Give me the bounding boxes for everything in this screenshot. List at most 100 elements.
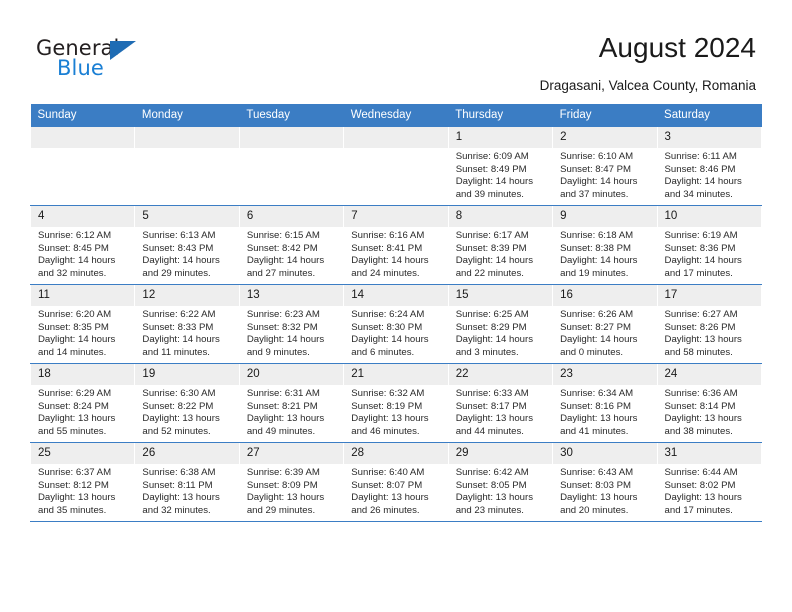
sunrise-time: Sunrise: 6:40 AM: [351, 467, 425, 478]
calendar-week-row: 25 Sunrise: 6:37 AM Sunset: 8:12 PM Dayligh…: [29, 442, 763, 522]
calendar-day-cell[interactable]: 26 Sunrise: 6:38 AM Sunset: 8:11 PM Dayligh…: [134, 442, 240, 522]
calendar-day-cell[interactable]: 5 Sunrise: 6:13 AM Sunset: 8:43 PM Daylight…: [134, 205, 240, 285]
daylight-duration-line1: Daylight: 14 hours: [664, 255, 742, 267]
day-number: [135, 127, 239, 148]
day-cell-content: 29 Sunrise: 6:42 AM Sunset: 8:05 PM Dayligh…: [448, 443, 553, 521]
day-cell-content: 18 Sunrise: 6:29 AM Sunset: 8:24 PM Dayligh…: [31, 364, 135, 442]
calendar-day-cell[interactable]: 16 Sunrise: 6:26 AM Sunset: 8:27 PM Dayligh…: [552, 284, 658, 364]
calendar-day-cell[interactable]: 4 Sunrise: 6:12 AM Sunset: 8:45 PM Daylight…: [29, 205, 136, 285]
calendar-day-cell[interactable]: 17 Sunrise: 6:27 AM Sunset: 8:26 PM Dayligh…: [656, 284, 763, 364]
day-sun-info: Sunrise: 6:10 AM Sunset: 8:47 PM Daylight:…: [553, 148, 656, 201]
calendar-day-cell[interactable]: 31 Sunrise: 6:44 AM Sunset: 8:02 PM Dayligh…: [656, 442, 763, 522]
calendar-day-cell[interactable]: 27 Sunrise: 6:39 AM Sunset: 8:09 PM Dayligh…: [238, 442, 345, 522]
day-sun-info: Sunrise: 6:15 AM Sunset: 8:42 PM Daylight:…: [240, 227, 343, 280]
sunrise-time: Sunrise: 6:38 AM: [142, 467, 216, 478]
weekday-header-row: Sunday Monday Tuesday Wednesday Thursday…: [30, 104, 762, 127]
calendar-day-cell[interactable]: 9 Sunrise: 6:18 AM Sunset: 8:38 PM Daylight…: [552, 205, 658, 285]
day-sun-info: Sunrise: 6:34 AM Sunset: 8:16 PM Daylight:…: [553, 385, 656, 438]
brand-name-secondary: Blue: [57, 56, 104, 80]
day-number: [31, 127, 135, 148]
weekday-header-tuesday: Tuesday: [239, 104, 344, 127]
calendar-week-row: 1 Sunrise: 6:09 AM Sunset: 8:49 PM Daylight…: [29, 127, 763, 206]
day-sun-info: Sunrise: 6:33 AM Sunset: 8:17 PM Daylight:…: [449, 385, 552, 438]
daylight-duration-line2: and 34 minutes.: [664, 188, 733, 200]
day-number: 17: [657, 285, 761, 306]
day-sun-info: Sunrise: 6:24 AM Sunset: 8:30 PM Daylight:…: [344, 306, 447, 359]
day-number: 3: [657, 127, 761, 148]
weekday-header-friday: Friday: [552, 104, 658, 127]
daylight-duration-line1: Daylight: 14 hours: [455, 255, 534, 267]
sunrise-time: Sunrise: 6:31 AM: [246, 388, 320, 399]
daylight-duration-line2: and 20 minutes.: [560, 504, 629, 516]
day-sun-info: Sunrise: 6:18 AM Sunset: 8:38 PM Daylight:…: [553, 227, 656, 280]
triangle-flag-icon: [110, 41, 136, 60]
daylight-duration-line1: Daylight: 14 hours: [246, 255, 325, 267]
calendar-day-cell[interactable]: 19 Sunrise: 6:30 AM Sunset: 8:22 PM Dayligh…: [134, 363, 240, 443]
daylight-duration-line1: Daylight: 14 hours: [455, 334, 534, 346]
calendar-day-cell[interactable]: 25 Sunrise: 6:37 AM Sunset: 8:12 PM Dayligh…: [29, 442, 136, 522]
daylight-duration-line1: Daylight: 13 hours: [560, 492, 638, 504]
calendar-day-cell[interactable]: 6 Sunrise: 6:15 AM Sunset: 8:42 PM Daylight…: [238, 205, 345, 285]
sunrise-time: Sunrise: 6:26 AM: [560, 309, 634, 320]
day-cell-content: 28 Sunrise: 6:40 AM Sunset: 8:07 PM Dayligh…: [344, 443, 448, 521]
daylight-duration-line1: Daylight: 13 hours: [38, 492, 116, 504]
calendar-day-cell[interactable]: 20 Sunrise: 6:31 AM Sunset: 8:21 PM Dayligh…: [238, 363, 345, 443]
calendar-day-cell[interactable]: 11 Sunrise: 6:20 AM Sunset: 8:35 PM Dayligh…: [29, 284, 136, 364]
day-cell-content: 17 Sunrise: 6:27 AM Sunset: 8:26 PM Dayligh…: [657, 285, 761, 363]
day-sun-info: Sunrise: 6:32 AM Sunset: 8:19 PM Daylight:…: [344, 385, 447, 438]
day-number: 20: [239, 364, 344, 385]
sunrise-time: Sunrise: 6:17 AM: [455, 230, 529, 241]
sunrise-time: Sunrise: 6:09 AM: [455, 151, 529, 162]
calendar-day-cell[interactable]: 14 Sunrise: 6:24 AM Sunset: 8:30 PM Dayligh…: [343, 284, 449, 364]
calendar-day-cell[interactable]: 12 Sunrise: 6:22 AM Sunset: 8:33 PM Dayligh…: [134, 284, 240, 364]
calendar-day-cell[interactable]: 13 Sunrise: 6:23 AM Sunset: 8:32 PM Dayligh…: [238, 284, 345, 364]
day-sun-info: Sunrise: 6:36 AM Sunset: 8:14 PM Daylight:…: [658, 385, 761, 438]
calendar-day-cell[interactable]: 15 Sunrise: 6:25 AM Sunset: 8:29 PM Dayligh…: [447, 284, 554, 364]
day-sun-info: Sunrise: 6:39 AM Sunset: 8:09 PM Daylight:…: [240, 464, 343, 517]
calendar-day-cell[interactable]: 29 Sunrise: 6:42 AM Sunset: 8:05 PM Dayligh…: [447, 442, 554, 522]
calendar-day-cell[interactable]: 23 Sunrise: 6:34 AM Sunset: 8:16 PM Dayligh…: [552, 363, 658, 443]
calendar-day-cell[interactable]: 22 Sunrise: 6:33 AM Sunset: 8:17 PM Dayligh…: [447, 363, 554, 443]
daylight-duration-line2: and 23 minutes.: [455, 504, 524, 516]
brand-logo[interactable]: General Blue: [36, 36, 156, 84]
day-sun-info: Sunrise: 6:31 AM Sunset: 8:21 PM Daylight:…: [240, 385, 343, 438]
day-cell-content: 22 Sunrise: 6:33 AM Sunset: 8:17 PM Dayligh…: [448, 364, 553, 442]
weekday-header-monday: Monday: [134, 104, 240, 127]
calendar-page: General Blue August 2024 Dragasani, Valc…: [0, 0, 792, 612]
day-number: 10: [657, 206, 761, 227]
calendar-day-cell[interactable]: 30 Sunrise: 6:43 AM Sunset: 8:03 PM Dayligh…: [552, 442, 658, 522]
calendar-day-cell[interactable]: 10 Sunrise: 6:19 AM Sunset: 8:36 PM Dayligh…: [656, 205, 763, 285]
calendar-day-cell[interactable]: 1 Sunrise: 6:09 AM Sunset: 8:49 PM Daylight…: [447, 127, 554, 206]
sunset-time: Sunset: 8:38 PM: [560, 242, 632, 254]
daylight-duration-line2: and 17 minutes.: [664, 267, 733, 279]
sunset-time: Sunset: 8:36 PM: [664, 242, 736, 254]
day-cell-content: 5 Sunrise: 6:13 AM Sunset: 8:43 PM Daylight…: [135, 206, 239, 284]
daylight-duration-line2: and 11 minutes.: [142, 346, 210, 358]
sunset-time: Sunset: 8:39 PM: [455, 242, 527, 254]
calendar-day-cell[interactable]: 3 Sunrise: 6:11 AM Sunset: 8:46 PM Daylight…: [656, 127, 763, 206]
day-sun-info: Sunrise: 6:43 AM Sunset: 8:03 PM Daylight:…: [553, 464, 656, 517]
daylight-duration-line1: Daylight: 13 hours: [38, 413, 116, 425]
daylight-duration-line1: Daylight: 13 hours: [664, 413, 742, 425]
weekday-header-sunday: Sunday: [30, 104, 135, 127]
sunset-time: Sunset: 8:35 PM: [38, 321, 109, 333]
calendar-day-cell[interactable]: 7 Sunrise: 6:16 AM Sunset: 8:41 PM Daylight…: [343, 205, 449, 285]
daylight-duration-line2: and 41 minutes.: [560, 425, 629, 437]
calendar-day-cell[interactable]: 18 Sunrise: 6:29 AM Sunset: 8:24 PM Dayligh…: [29, 363, 136, 443]
daylight-duration-line1: Daylight: 14 hours: [560, 176, 638, 188]
calendar-day-cell[interactable]: 2 Sunrise: 6:10 AM Sunset: 8:47 PM Daylight…: [552, 127, 658, 206]
day-sun-info: Sunrise: 6:12 AM Sunset: 8:45 PM Daylight:…: [31, 227, 134, 280]
day-number: 18: [31, 364, 135, 385]
sunset-time: Sunset: 8:27 PM: [560, 321, 632, 333]
day-cell-content: 20 Sunrise: 6:31 AM Sunset: 8:21 PM Dayligh…: [239, 364, 344, 442]
calendar-day-cell[interactable]: 24 Sunrise: 6:36 AM Sunset: 8:14 PM Dayligh…: [656, 363, 763, 443]
daylight-duration-line2: and 0 minutes.: [560, 346, 624, 358]
sunrise-time: Sunrise: 6:33 AM: [455, 388, 529, 399]
weekday-header-saturday: Saturday: [657, 104, 762, 127]
calendar-day-cell[interactable]: 28 Sunrise: 6:40 AM Sunset: 8:07 PM Dayligh…: [343, 442, 449, 522]
day-number: 11: [31, 285, 135, 306]
sunrise-time: Sunrise: 6:18 AM: [560, 230, 634, 241]
calendar-day-cell[interactable]: 8 Sunrise: 6:17 AM Sunset: 8:39 PM Daylight…: [447, 205, 554, 285]
calendar-day-cell[interactable]: 21 Sunrise: 6:32 AM Sunset: 8:19 PM Dayligh…: [343, 363, 449, 443]
sunset-time: Sunset: 8:16 PM: [560, 400, 632, 412]
